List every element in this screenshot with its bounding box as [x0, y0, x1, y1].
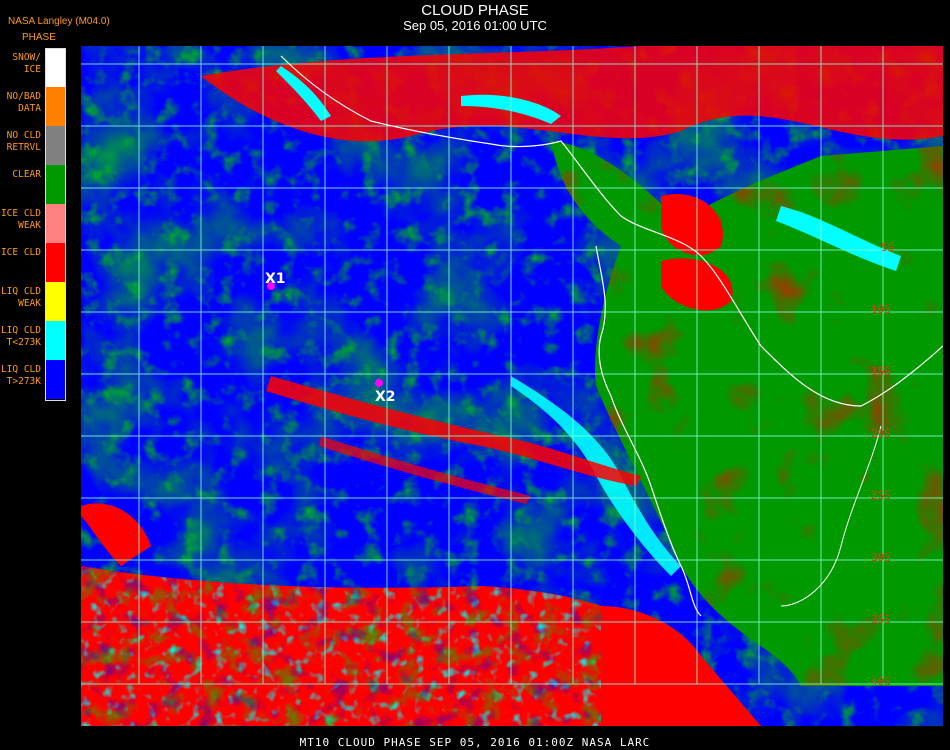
legend-item-label: ICE CLD WEAK: [0, 208, 41, 231]
lat-label-25s: 25S: [871, 489, 891, 502]
product-brand: NASA Langley (M04.0): [8, 16, 110, 27]
legend-item-label: LIQ CLD T<273K: [0, 325, 41, 348]
legend-frame: [45, 48, 66, 401]
legend-item-label: NO/BAD DATA: [6, 91, 41, 114]
marker-label-x1: X1: [265, 271, 286, 287]
lat-label-30s: 30S: [871, 551, 891, 564]
legend-title: PHASE: [22, 32, 56, 43]
lat-label-20s: 20S: [871, 427, 891, 440]
legend-item-label: LIQ CLD T>273K: [0, 364, 41, 387]
map-title: CLOUD PHASE: [421, 2, 529, 19]
marker-dot-x2: [375, 379, 383, 387]
legend-item-label: ICE CLD: [0, 247, 41, 258]
legend-item-label: LIQ CLD WEAK: [0, 286, 41, 309]
legend-item-label: NO CLD RETRVL: [6, 130, 41, 153]
legend-item-label: SNOW/ ICE: [12, 52, 41, 75]
lat-label-5s: 5S: [881, 241, 894, 254]
lat-label-15s: 15S: [871, 365, 891, 378]
lat-label-40s: 40S: [871, 675, 891, 688]
marker-label-x2: X2: [375, 389, 396, 405]
footer-caption: MT10 CLOUD PHASE SEP 05, 2016 01:00Z NAS…: [299, 736, 651, 749]
map-timestamp: Sep 05, 2016 01:00 UTC: [403, 18, 547, 33]
cloud-phase-map: 5S 10S 15S 20S 25S 30S 35S 40S X1 X2: [81, 46, 943, 726]
lat-label-10s: 10S: [871, 303, 891, 316]
lat-label-35s: 35S: [871, 613, 891, 626]
legend-item-label: CLEAR: [12, 169, 41, 180]
